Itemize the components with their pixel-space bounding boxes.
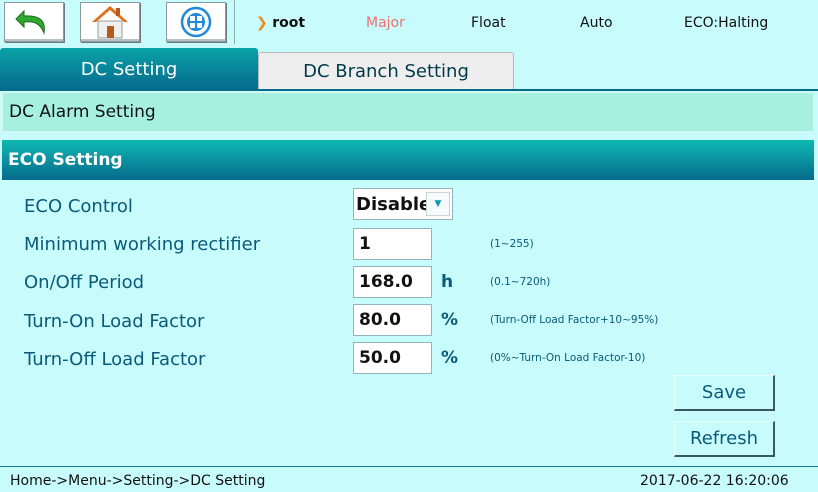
turn-off-range: (0%~Turn-On Load Factor-10) xyxy=(490,352,646,364)
back-button[interactable] xyxy=(4,2,64,42)
tab-underline xyxy=(0,89,818,91)
eco-control-value: Disable xyxy=(356,193,432,215)
tab-bar: DC Setting DC Branch Setting xyxy=(0,44,818,90)
period-unit: h xyxy=(441,272,454,292)
breadcrumb: Home->Menu->Setting->DC Setting xyxy=(10,473,266,489)
footer-divider xyxy=(0,466,818,467)
mode-status: Float xyxy=(471,15,506,31)
period-label: On/Off Period xyxy=(24,272,145,293)
menu-button[interactable] xyxy=(166,2,226,42)
top-bar: ❯ root Major Float Auto ECO:Halting xyxy=(0,0,818,44)
turn-off-input[interactable]: 50.0 xyxy=(353,342,432,374)
save-button[interactable]: Save xyxy=(674,375,775,411)
turn-off-unit: % xyxy=(441,348,459,368)
period-range: (0.1~720h) xyxy=(490,276,551,288)
min-rectifier-label: Minimum working rectifier xyxy=(24,234,261,255)
chevron-right-icon: ❯ xyxy=(256,15,268,31)
dropdown-arrow-icon[interactable]: ▼ xyxy=(426,192,450,216)
control-status: Auto xyxy=(580,15,613,31)
house-icon xyxy=(92,6,128,39)
home-button[interactable] xyxy=(80,2,140,42)
eco-setting-header[interactable]: ECO Setting xyxy=(2,140,814,180)
turn-on-range: (Turn-Off Load Factor+10~95%) xyxy=(490,314,659,326)
grid-menu-icon xyxy=(180,6,212,38)
min-rectifier-input[interactable]: 1 xyxy=(353,228,432,260)
turn-on-input[interactable]: 80.0 xyxy=(353,304,432,336)
back-arrow-icon xyxy=(15,9,45,35)
divider xyxy=(234,0,235,44)
alarm-status[interactable]: Major xyxy=(366,15,405,31)
refresh-button[interactable]: Refresh xyxy=(674,421,775,457)
tab-dc-setting[interactable]: DC Setting xyxy=(0,48,258,90)
turn-on-label: Turn-On Load Factor xyxy=(24,311,205,332)
path-label[interactable]: ❯ root xyxy=(256,15,305,31)
eco-control-select[interactable]: Disable ▼ xyxy=(353,188,453,220)
min-rectifier-range: (1~255) xyxy=(490,238,534,250)
datetime: 2017-06-22 16:20:06 xyxy=(640,473,789,489)
turn-on-unit: % xyxy=(441,310,459,330)
tab-dc-branch-setting[interactable]: DC Branch Setting xyxy=(258,52,514,90)
eco-status: ECO:Halting xyxy=(684,15,769,31)
dc-alarm-setting-section[interactable]: DC Alarm Setting xyxy=(2,92,814,132)
eco-control-label: ECO Control xyxy=(24,196,133,217)
period-input[interactable]: 168.0 xyxy=(353,266,432,298)
turn-off-label: Turn-Off Load Factor xyxy=(24,349,206,370)
